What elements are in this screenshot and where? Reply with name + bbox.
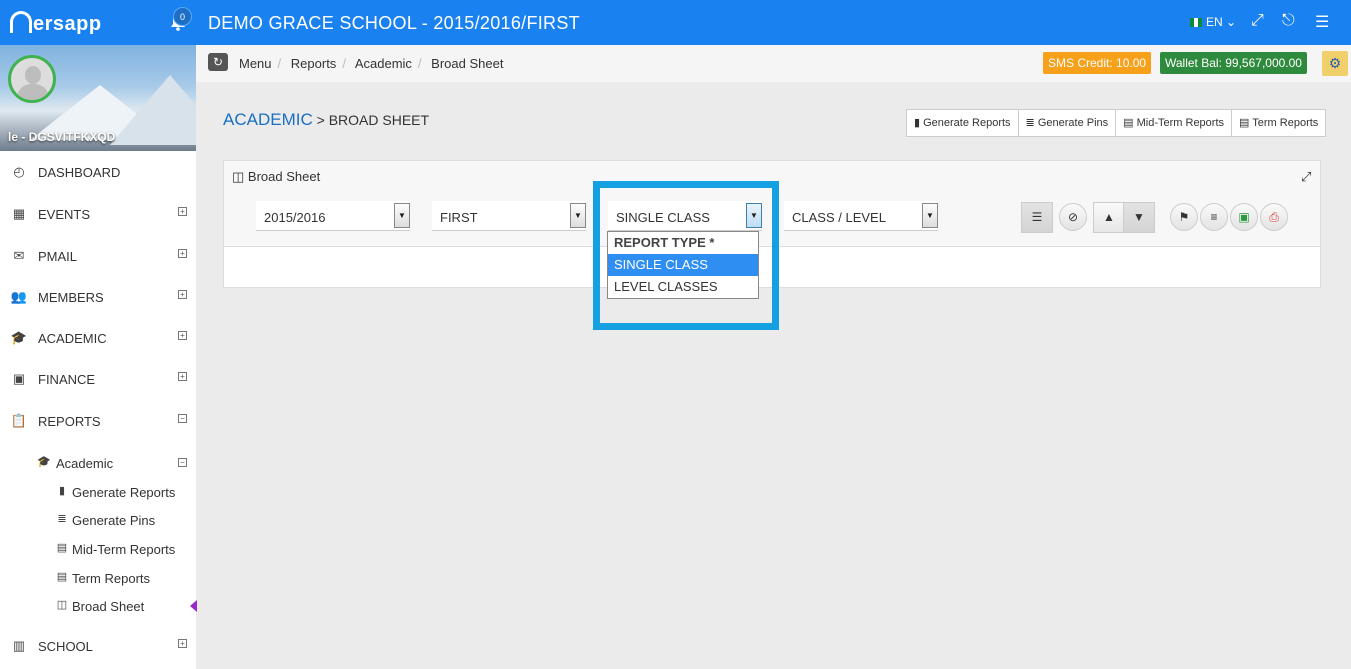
expand-icon[interactable]: + [178,331,187,340]
breadcrumb-bar: ↻ Menu / Reports / Academic / Broad Sheet S… [196,45,1351,82]
document-icon: ▤ [56,542,68,554]
collapse-icon[interactable]: − [178,458,187,467]
dashboard-icon: ◴ [13,164,25,179]
users-icon: 👥 [10,289,28,304]
active-indicator [190,600,197,612]
generate-pins-button[interactable]: ≣ Generate Pins [1019,110,1117,136]
option-single-class[interactable]: SINGLE CLASS [608,254,758,276]
list-icon: ≣ [57,513,67,525]
breadcrumb-broad-sheet: Broad Sheet [431,56,504,71]
avatar[interactable] [8,55,56,103]
sidebar-subitem-academic[interactable]: 🎓 Academic − [0,450,196,476]
expand-icon[interactable]: + [178,639,187,648]
database-icon: ▮ [58,485,66,497]
sidebar-subitem-broad-sheet[interactable]: ◫ Broad Sheet [0,593,196,619]
menu-lines-icon[interactable]: ≡ [1200,203,1228,231]
expand-icon[interactable]: + [178,372,187,381]
language-label: EN [1206,15,1223,29]
sidebar-item-members[interactable]: 👥 MEMBERS + [0,277,196,317]
money-icon: ▣ [12,371,26,386]
columns-icon: ◫ [232,169,245,184]
graduation-cap-icon: 🎓 [37,456,51,468]
term-select[interactable]: FIRST ▼ [432,201,586,231]
building-icon: ▥ [12,638,26,653]
page-title: ACADEMIC > BROAD SHEET [223,110,430,129]
list-view-button[interactable]: ☰ [1021,202,1053,233]
wallet-balance-badge[interactable]: Wallet Bal: 99,567,000.00 [1160,52,1307,74]
graduation-cap-icon: 🎓 [10,330,28,345]
nigeria-flag-icon [1190,18,1202,27]
language-selector[interactable]: EN ⌄ [1190,15,1236,29]
excel-icon[interactable]: ▣ [1230,203,1258,231]
chevron-down-icon: ▼ [394,203,410,228]
sidebar-subitem-mid-term-reports[interactable]: ▤ Mid-Term Reports [0,536,196,562]
sidebar-item-pmail[interactable]: ✉ PMAIL + [0,236,196,276]
flag-icon[interactable]: ⚑ [1170,203,1198,231]
clipboard-icon: 📋 [10,413,28,428]
generate-reports-button[interactable]: ▮ Generate Reports [907,110,1019,136]
sort-down-button[interactable]: ▼ [1123,202,1155,233]
breadcrumb-menu[interactable]: Menu [239,56,272,71]
sort-up-button[interactable]: ▲ [1093,202,1125,233]
expand-icon[interactable]: + [178,249,187,258]
notification-badge: 0 [173,7,192,26]
chevron-down-icon: ▼ [922,203,938,228]
menu-icon[interactable]: ☰ [1315,12,1329,32]
sms-credit-badge[interactable]: SMS Credit: 10.00 [1043,52,1152,74]
expand-icon[interactable]: + [178,207,187,216]
session-select[interactable]: 2015/2016 ▼ [256,201,410,231]
compass-icon[interactable]: ⊘ [1059,203,1087,231]
chevron-down-icon: ▼ [570,203,586,228]
mid-term-reports-button[interactable]: ▤ Mid-Term Reports [1116,110,1233,136]
columns-icon: ◫ [56,599,68,611]
calendar-icon: ▦ [12,206,26,221]
sidebar-subitem-generate-pins[interactable]: ≣ Generate Pins [0,507,196,533]
sidebar-item-finance[interactable]: ▣ FINANCE + [0,359,196,399]
panel-title: ◫ Broad Sheet [232,169,321,184]
dropdown-header: REPORT TYPE * [614,235,715,250]
document-icon: ▤ [56,571,68,583]
breadcrumb-reports[interactable]: Reports [291,56,337,71]
expand-icon[interactable]: ⤢ [1301,169,1311,185]
fullscreen-icon[interactable]: ⤢ [1251,12,1264,30]
print-icon[interactable]: ⎙ [1260,203,1288,231]
sidebar-item-school[interactable]: ▥ SCHOOL + [0,626,196,666]
sidebar-item-events[interactable]: ▦ EVENTS + [0,194,196,234]
profile-banner: le - DGSVITFKXQD [0,45,196,151]
sidebar-item-academic[interactable]: 🎓 ACADEMIC + [0,318,196,358]
term-reports-button[interactable]: ▤ Term Reports [1232,110,1325,136]
sidebar-subitem-generate-reports[interactable]: ▮ Generate Reports [0,479,196,505]
sidebar-item-reports[interactable]: 📋 REPORTS − [0,401,196,441]
school-title: DEMO GRACE SCHOOL - 2015/2016/FIRST [208,13,580,33]
app-logo[interactable]: nersappersapp [10,11,102,36]
expand-icon[interactable]: + [178,290,187,299]
envelope-icon: ✉ [13,248,25,263]
username: le - DGSVITFKXQD [8,130,116,144]
logout-icon[interactable]: ⎋ [1282,12,1295,30]
refresh-icon[interactable]: ↻ [208,53,228,71]
sidebar-subitem-term-reports[interactable]: ▤ Term Reports [0,565,196,591]
report-type-dropdown: REPORT TYPE * SINGLE CLASS LEVEL CLASSES [607,231,759,299]
class-level-select[interactable]: CLASS / LEVEL ▼ [784,201,938,231]
breadcrumb: Menu / Reports / Academic / Broad Sheet [239,56,504,71]
sidebar: le - DGSVITFKXQD ◴ DASHBOARD ▦ EVENTS + … [0,45,197,669]
option-level-classes[interactable]: LEVEL CLASSES [608,276,758,298]
collapse-icon[interactable]: − [178,414,187,423]
report-actions: ▮ Generate Reports ≣ Generate Pins ▤ Mid… [906,109,1327,137]
sidebar-item-dashboard[interactable]: ◴ DASHBOARD [0,152,196,192]
breadcrumb-academic[interactable]: Academic [355,56,412,71]
settings-gears-icon[interactable]: ⚙ [1322,51,1348,76]
top-bar: nersappersapp 0 DEMO GRACE SCHOOL - 2015… [0,0,1351,45]
